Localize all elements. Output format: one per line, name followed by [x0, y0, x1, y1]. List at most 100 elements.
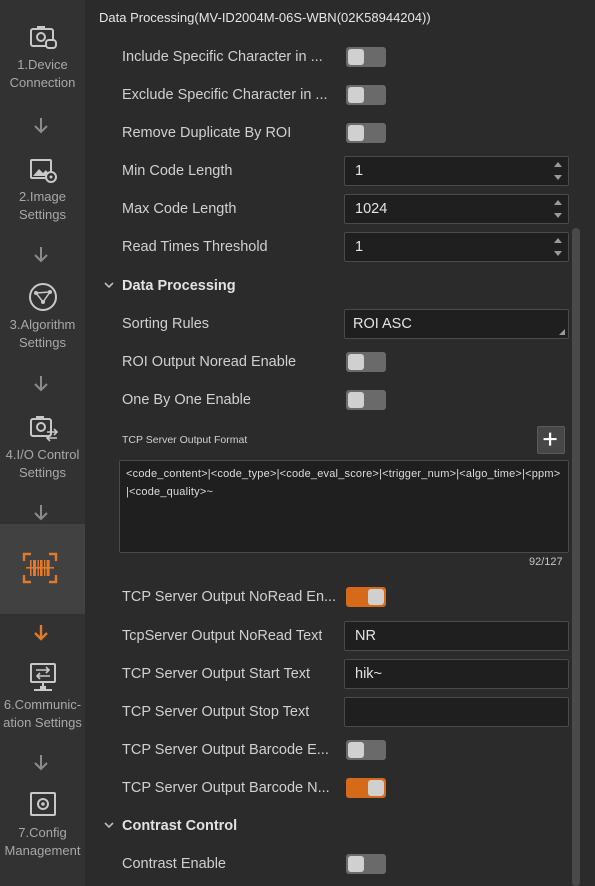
tcp-noread-enable-toggle[interactable] [346, 587, 386, 607]
spin-up-icon[interactable] [553, 160, 563, 170]
panel-title: Data Processing(MV-ID2004M-06S-WBN(02K58… [99, 10, 431, 25]
min-code-length-label: Min Code Length [122, 163, 233, 179]
step-label-7b: Management [4, 843, 81, 858]
row-exclude-specific-character: Exclude Specific Character in ... [85, 76, 569, 114]
tcp-noread-text-input[interactable]: NR [344, 621, 569, 651]
sorting-rules-label: Sorting Rules [122, 316, 210, 332]
min-code-length-spinbox[interactable]: 1 [344, 156, 569, 186]
step-label-4b: Settings [19, 465, 66, 480]
roi-output-noread-toggle[interactable] [346, 352, 386, 372]
data-processing-panel: Data Processing(MV-ID2004M-06S-WBN(02K58… [85, 0, 595, 886]
spin-down-icon[interactable] [553, 248, 563, 258]
remove-duplicate-toggle[interactable] [346, 123, 386, 143]
row-one-by-one: One By One Enable [85, 381, 569, 419]
tcp-start-text-input[interactable]: hik~ [344, 659, 569, 689]
algorithm-icon [28, 283, 57, 311]
row-roi-output-noread: ROI Output Noread Enable [85, 343, 569, 381]
section-data-processing[interactable]: Data Processing [85, 267, 569, 305]
arrow-down-icon [34, 625, 48, 641]
one-by-one-label: One By One Enable [122, 392, 251, 408]
camera-link-icon [29, 26, 57, 49]
row-contrast-enable: Contrast Enable [85, 845, 569, 883]
tcp-barcode-n-toggle[interactable] [346, 778, 386, 798]
step-label-3b: Settings [19, 335, 66, 350]
read-times-threshold-label: Read Times Threshold [122, 239, 268, 255]
spin-up-icon[interactable] [553, 198, 563, 208]
exclude-specific-char-label: Exclude Specific Character in ... [122, 87, 328, 103]
arrow-down-icon [34, 376, 48, 392]
step-label-6: 6.Communic- [3, 697, 82, 712]
tcp-barcode-e-toggle[interactable] [346, 740, 386, 760]
step-image-settings[interactable]: 2.Image Settings [0, 152, 85, 224]
max-code-length-spinbox[interactable]: 1024 [344, 194, 569, 224]
row-tcp-start-text: TCP Server Output Start Text hik~ [85, 655, 569, 693]
one-by-one-toggle[interactable] [346, 390, 386, 410]
chevron-down-icon[interactable] [103, 819, 115, 831]
tcp-noread-text-label: TcpServer Output NoRead Text [122, 628, 323, 644]
arrow-down-icon [34, 755, 48, 771]
step-label-1: 1.Device [17, 57, 68, 72]
read-times-threshold-value: 1 [355, 239, 364, 255]
spin-down-icon[interactable] [553, 210, 563, 220]
spin-up-icon[interactable] [553, 236, 563, 246]
tcp-noread-text-value: NR [355, 628, 376, 644]
arrow-down-icon [34, 247, 48, 263]
tcp-start-text-label: TCP Server Output Start Text [122, 666, 311, 682]
spin-down-icon[interactable] [553, 172, 563, 182]
tcp-stop-text-input[interactable] [344, 697, 569, 727]
step-io-control[interactable]: 4.I/O Control Settings [0, 410, 85, 482]
sorting-rules-select[interactable]: ROI ASC [344, 309, 569, 339]
step-label-7: 7.Config [18, 825, 67, 840]
row-max-code-length: Max Code Length 1024 [85, 190, 569, 228]
config-icon [29, 792, 56, 816]
chevron-down-icon[interactable] [103, 279, 115, 291]
tcp-output-format-count: 92/127 [529, 556, 563, 568]
step-label-6b: ation Settings [3, 715, 82, 730]
step-communication-settings[interactable]: 6.Communic- ation Settings [0, 660, 85, 732]
exclude-specific-char-toggle[interactable] [346, 85, 386, 105]
contrast-enable-label: Contrast Enable [122, 856, 226, 872]
communication-icon [29, 663, 56, 691]
row-min-code-length: Min Code Length 1 [85, 152, 569, 190]
section-data-processing-title: Data Processing [122, 278, 236, 294]
step-label-4: 4.I/O Control [5, 447, 80, 462]
step-label-2b: Settings [19, 207, 66, 222]
tcp-start-text-value: hik~ [355, 666, 383, 682]
scrollbar-thumb[interactable] [572, 228, 580, 886]
arrow-down-icon [34, 118, 48, 134]
remove-duplicate-label: Remove Duplicate By ROI [122, 125, 292, 141]
step-algorithm-settings[interactable]: 3.Algorithm Settings [0, 280, 85, 352]
row-read-times-threshold: Read Times Threshold 1 [85, 228, 569, 266]
io-control-icon [29, 416, 58, 442]
step-config-management[interactable]: 7.Config Management [0, 788, 85, 860]
include-specific-char-label: Include Specific Character in ... [122, 49, 323, 65]
tcp-noread-enable-label: TCP Server Output NoRead En... [122, 589, 337, 605]
read-times-threshold-spinbox[interactable]: 1 [344, 232, 569, 262]
row-tcp-barcode-e: TCP Server Output Barcode E... [85, 731, 569, 769]
plus-icon [543, 432, 557, 446]
right-edge [582, 0, 595, 886]
tcp-barcode-e-label: TCP Server Output Barcode E... [122, 742, 329, 758]
step-label-3: 3.Algorithm [9, 317, 76, 332]
row-sorting-rules: Sorting Rules ROI ASC [85, 305, 569, 343]
tcp-barcode-n-label: TCP Server Output Barcode N... [122, 780, 330, 796]
section-contrast-control-title: Contrast Control [122, 818, 238, 834]
step-data-processing[interactable] [0, 524, 85, 614]
add-button[interactable] [537, 426, 565, 454]
barcode-scan-icon [22, 552, 58, 584]
max-code-length-value: 1024 [355, 201, 388, 217]
row-tcp-noread-enable: TCP Server Output NoRead En... [85, 578, 569, 616]
tcp-output-format-label: TCP Server Output Format [122, 434, 248, 446]
max-code-length-label: Max Code Length [122, 201, 237, 217]
step-label-1b: Connection [9, 75, 76, 90]
min-code-length-value: 1 [355, 163, 364, 179]
tcp-output-format-textarea[interactable]: <code_content>|<code_type>|<code_eval_sc… [119, 460, 569, 553]
row-tcp-noread-text: TcpServer Output NoRead Text NR [85, 617, 569, 655]
include-specific-char-toggle[interactable] [346, 47, 386, 67]
dropdown-corner-icon [559, 329, 565, 335]
section-contrast-control[interactable]: Contrast Control [85, 807, 569, 845]
step-device-connection[interactable]: 1.Device Connection [0, 20, 85, 92]
arrow-down-icon [34, 505, 48, 521]
tcp-stop-text-label: TCP Server Output Stop Text [122, 704, 310, 720]
contrast-enable-toggle[interactable] [346, 854, 386, 874]
